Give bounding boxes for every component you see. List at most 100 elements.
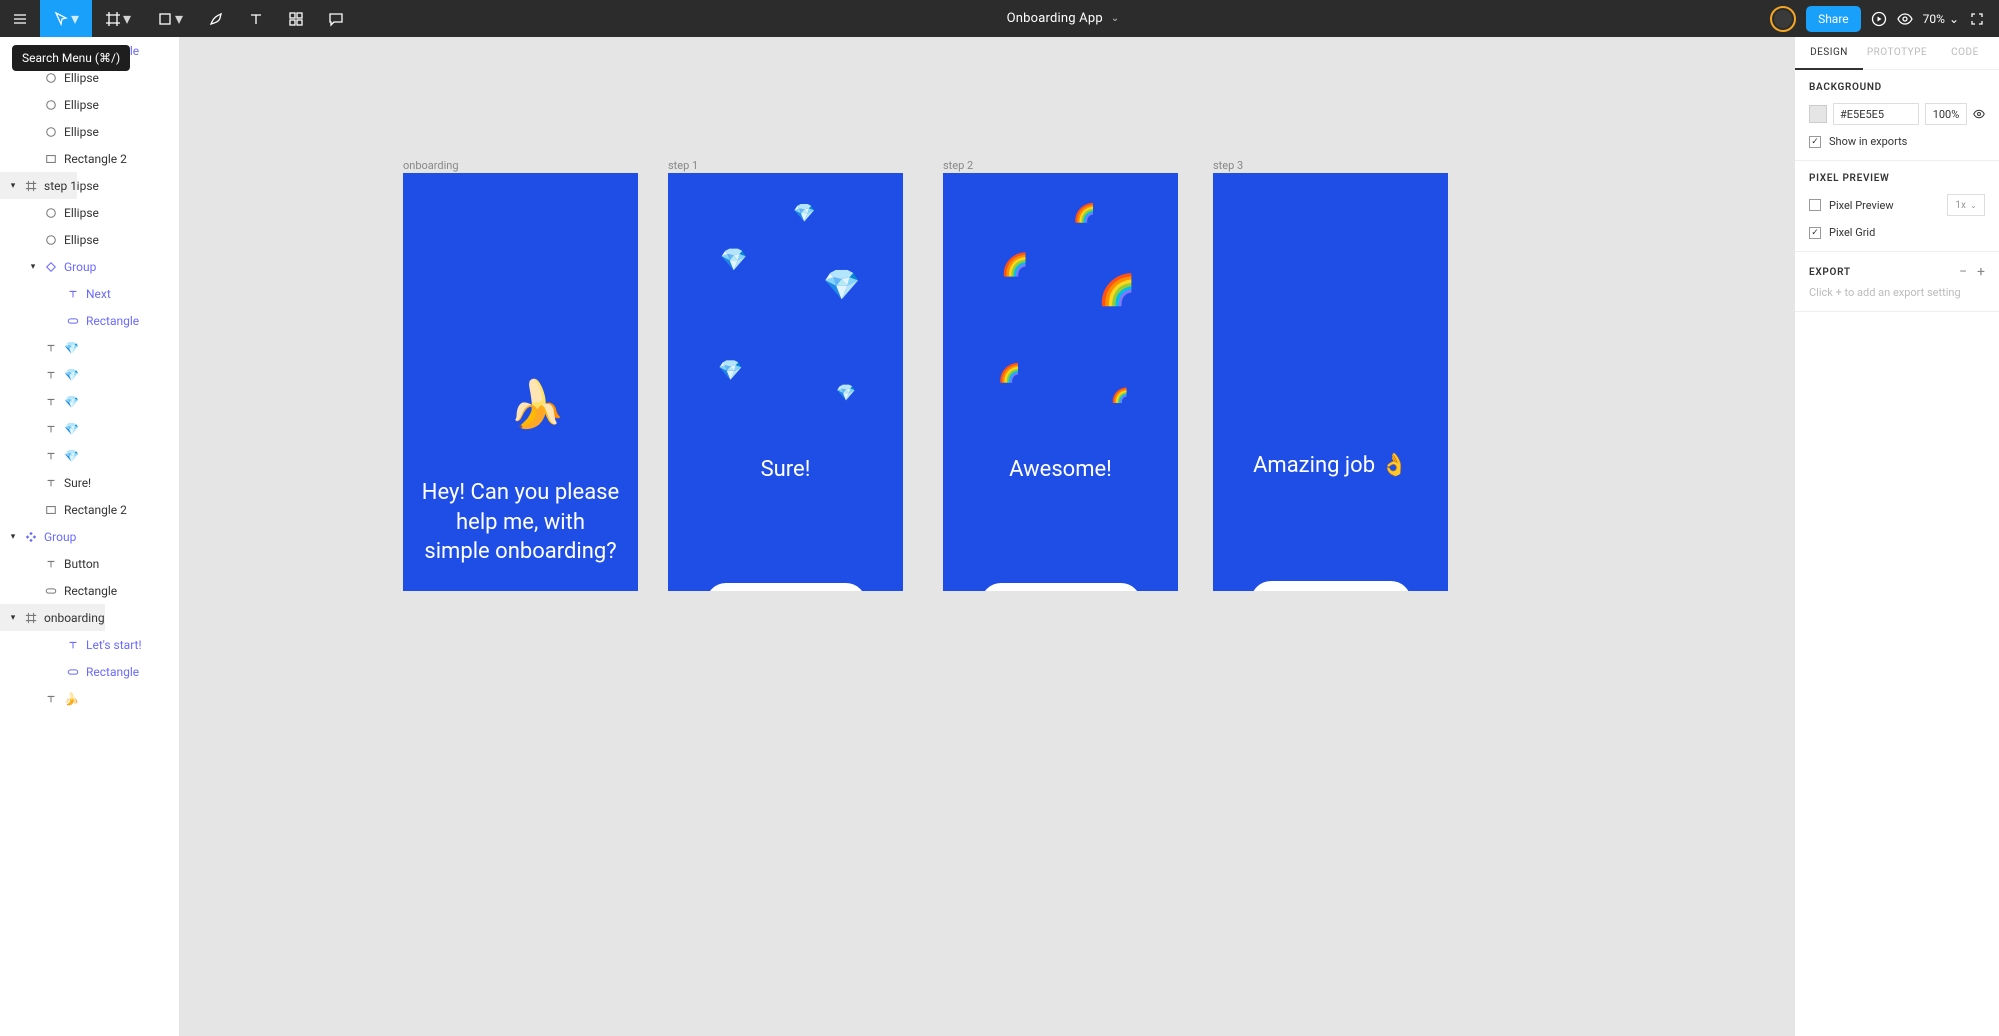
layer-row[interactable]: Ellipse [0, 91, 179, 118]
layer-row[interactable]: Ellipse [0, 226, 179, 253]
visibility-icon[interactable] [1973, 108, 1985, 120]
layer-label: Ellipse [64, 98, 99, 112]
layer-row[interactable]: Rectangle [0, 307, 179, 334]
layer-type-icon [44, 99, 58, 111]
background-swatch[interactable] [1809, 105, 1827, 123]
layer-row[interactable]: Next [0, 280, 179, 307]
layer-row[interactable]: Ellipse [0, 199, 179, 226]
background-opacity-input[interactable]: 100% [1925, 103, 1967, 125]
cta-button[interactable]: Next [706, 583, 866, 591]
components-tool[interactable] [276, 0, 316, 37]
layer-row[interactable]: ▾Group [0, 253, 179, 280]
add-export-button[interactable]: + [1977, 264, 1985, 280]
cta-button[interactable]: Let's play! [1251, 581, 1411, 591]
expand-icon[interactable]: ▾ [8, 532, 18, 542]
expand-icon[interactable]: ▾ [8, 181, 18, 191]
layer-row[interactable]: Let's start! [0, 631, 179, 658]
menu-button[interactable] [0, 0, 40, 37]
layer-label: 💎 [64, 341, 79, 355]
shape-tool[interactable]: ▾ [144, 0, 196, 37]
frame-label[interactable]: step 1 [668, 159, 698, 172]
layer-label: Rectangle [86, 665, 139, 679]
layer-label: Ellipse [64, 206, 99, 220]
layer-label: 💎 [64, 422, 79, 436]
move-tool[interactable]: ▾ [40, 0, 92, 37]
layer-type-icon [44, 450, 58, 462]
decoration-icon: 💎 [793, 203, 815, 224]
zoom-control[interactable]: 70% ⌄ [1923, 12, 1959, 26]
frame-heading: Amazing job 👌 [1213, 451, 1448, 481]
layer-row[interactable]: Button [0, 550, 179, 577]
frame-onboarding[interactable]: 🍌Hey! Can you please help me, with simpl… [403, 173, 638, 591]
layer-row[interactable]: Sure! [0, 469, 179, 496]
layer-row[interactable]: Rectangle 2 [0, 496, 179, 523]
layers-panel[interactable]: RectangleEllipseEllipseEllipseRectangle … [0, 37, 180, 1036]
expand-button[interactable] [1969, 11, 1985, 27]
frame-label[interactable]: step 2 [943, 159, 973, 172]
layer-row[interactable]: 💎 [0, 442, 179, 469]
text-tool[interactable] [236, 0, 276, 37]
layer-type-icon [66, 666, 80, 678]
layer-type-icon [44, 207, 58, 219]
layer-type-icon [44, 261, 58, 273]
pixel-preview-checkbox[interactable] [1809, 199, 1821, 211]
layer-row[interactable]: ▾Group [0, 523, 179, 550]
layer-row[interactable]: ▾step 1 [0, 172, 77, 199]
remove-export-button[interactable]: − [1959, 264, 1967, 280]
frame-step-2[interactable]: 🌈🌈🌈🌈🌈Awesome!Next [943, 173, 1178, 591]
pen-tool[interactable] [196, 0, 236, 37]
inspector-tab-prototype[interactable]: PROTOTYPE [1863, 37, 1931, 69]
layer-row[interactable]: Rectangle [0, 577, 179, 604]
user-avatar[interactable] [1770, 6, 1796, 32]
layer-label: Ellipse [64, 233, 99, 247]
layer-row[interactable]: Ellipse [0, 118, 179, 145]
layer-row[interactable]: 💎 [0, 361, 179, 388]
pixel-preview-scale[interactable]: 1x⌄ [1947, 194, 1985, 216]
layer-type-icon [44, 504, 58, 516]
decoration-icon: 🌈 [1098, 273, 1135, 308]
expand-icon[interactable]: ▾ [28, 262, 38, 272]
inspector-tab-design[interactable]: DESIGN [1795, 37, 1863, 70]
expand-icon[interactable]: ▾ [8, 613, 18, 623]
layer-type-icon [66, 315, 80, 327]
pixel-grid-checkbox[interactable] [1809, 227, 1821, 239]
layer-type-icon [24, 531, 38, 543]
cta-button[interactable]: Next [981, 583, 1141, 591]
decoration-icon: 🍌 [508, 378, 565, 432]
show-in-exports-label: Show in exports [1829, 135, 1907, 148]
layer-row[interactable]: 💎 [0, 334, 179, 361]
background-hex-input[interactable]: #E5E5E5 [1833, 103, 1919, 125]
decoration-icon: 💎 [720, 248, 747, 273]
comment-tool[interactable] [316, 0, 356, 37]
inspector-tabs: DESIGNPROTOTYPECODE [1795, 37, 1999, 70]
layer-type-icon [44, 234, 58, 246]
layer-label: Rectangle [64, 584, 117, 598]
document-title[interactable]: Onboarding App ⌄ [356, 0, 1770, 37]
show-in-exports-checkbox[interactable] [1809, 136, 1821, 148]
frame-label[interactable]: onboarding [403, 159, 459, 172]
inspector-tab-code[interactable]: CODE [1931, 37, 1999, 69]
layer-row[interactable]: 🍌 [0, 685, 179, 712]
layer-label: Sure! [64, 476, 91, 490]
section-title: PIXEL PREVIEW [1809, 173, 1985, 184]
frame-tool[interactable]: ▾ [92, 0, 144, 37]
layer-label: 💎 [64, 368, 79, 382]
canvas[interactable]: onboarding🍌Hey! Can you please help me, … [180, 37, 1794, 1036]
present-button[interactable] [1871, 11, 1887, 27]
layer-row[interactable]: ▾onboarding [0, 604, 105, 631]
layer-type-icon [44, 477, 58, 489]
share-button[interactable]: Share [1806, 6, 1861, 32]
frame-label[interactable]: step 3 [1213, 159, 1243, 172]
frame-step-3[interactable]: Amazing job 👌 Let's play! [1213, 173, 1448, 591]
layer-row[interactable]: 💎 [0, 415, 179, 442]
layer-type-icon [44, 126, 58, 138]
export-section: EXPORT − + Click + to add an export sett… [1795, 252, 1999, 312]
layer-row[interactable]: 💎 [0, 388, 179, 415]
layer-row[interactable]: Rectangle [0, 658, 179, 685]
layer-type-icon [66, 288, 80, 300]
frame-step-1[interactable]: 💎💎💎💎💎Sure!Next [668, 173, 903, 591]
layer-row[interactable]: Rectangle 2 [0, 145, 179, 172]
chevron-down-icon: ▾ [71, 9, 79, 28]
layer-label: Next [86, 287, 111, 301]
view-settings-button[interactable] [1897, 11, 1913, 27]
